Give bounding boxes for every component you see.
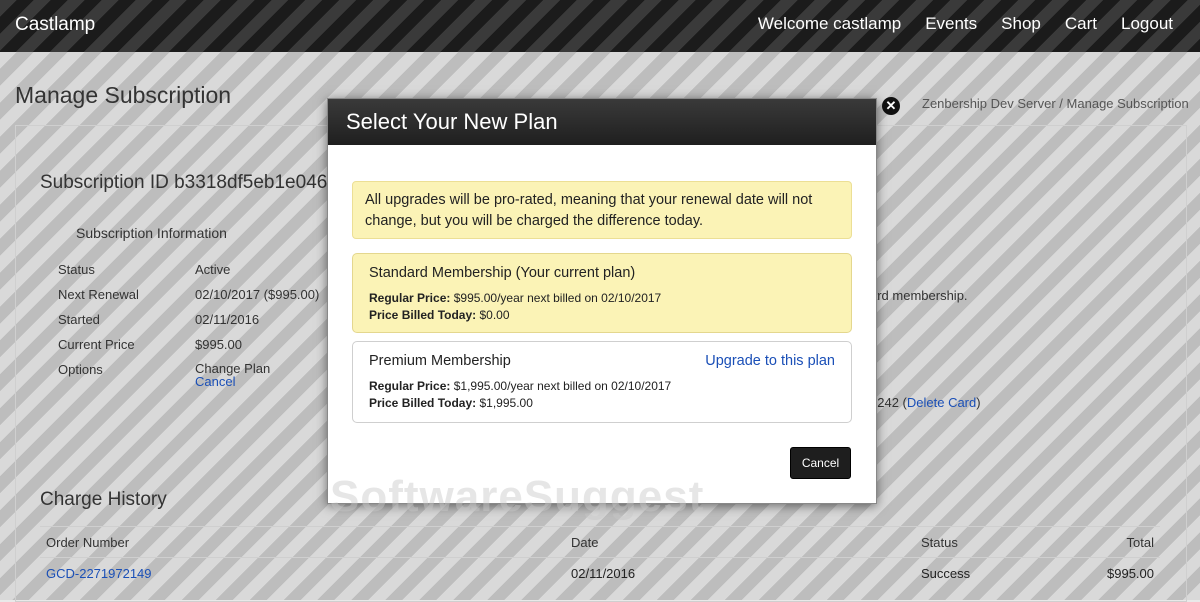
info-key: Status bbox=[58, 262, 95, 277]
info-value: 02/11/2016 bbox=[195, 312, 260, 327]
nav-shop[interactable]: Shop bbox=[1001, 14, 1041, 34]
plan-card-premium: Premium Membership Upgrade to this plan … bbox=[352, 341, 852, 423]
breadcrumb: Zenbership Dev Server / Manage Subscript… bbox=[922, 96, 1189, 111]
info-row-options: Options Change Plan Cancel bbox=[58, 362, 319, 388]
prorate-notice: All upgrades will be pro-rated, meaning … bbox=[352, 181, 852, 239]
page-title: Manage Subscription bbox=[15, 82, 232, 108]
breadcrumb-site-link[interactable]: Zenbership Dev Server bbox=[922, 96, 1056, 111]
charge-history-title: Charge History bbox=[40, 489, 167, 510]
info-row-current-price: Current Price $995.00 bbox=[58, 337, 319, 362]
top-navbar: Castlamp Welcome castlamp Events Shop Ca… bbox=[0, 0, 1200, 52]
column-header-total: Total bbox=[1126, 534, 1154, 550]
subscription-info-list: Status Active Next Renewal 02/10/2017 ($… bbox=[58, 262, 319, 388]
subscription-info-heading: Subscription Information bbox=[76, 225, 227, 241]
brand-logo[interactable]: Castlamp bbox=[15, 14, 95, 36]
info-value: $995.00 bbox=[195, 337, 242, 352]
billed-today-label: Price Billed Today: bbox=[369, 308, 477, 322]
modal-title: Select Your New Plan bbox=[328, 99, 876, 145]
right-column-fragment: ard membership. bbox=[870, 288, 968, 303]
order-number-link[interactable]: GCD-2271972149 bbox=[40, 566, 571, 581]
top-nav: Welcome castlamp Events Shop Cart Logout bbox=[758, 14, 1173, 34]
nav-cart[interactable]: Cart bbox=[1065, 14, 1097, 34]
info-value: Active bbox=[195, 262, 231, 277]
order-total: $995.00 bbox=[1107, 565, 1154, 581]
billed-today-value: $0.00 bbox=[479, 308, 510, 322]
plan-name: Standard Membership (Your current plan) bbox=[369, 265, 636, 281]
info-row-status: Status Active bbox=[58, 262, 319, 287]
regular-price-label: Regular Price: bbox=[369, 291, 451, 305]
cancel-button[interactable]: Cancel bbox=[790, 447, 851, 479]
info-key: Current Price bbox=[58, 337, 135, 352]
subscription-title: Subscription ID b3318df5eb1e046a8 bbox=[40, 172, 349, 193]
plan-regular-price: Regular Price: $995.00/year next billed … bbox=[369, 290, 835, 307]
column-header-status: Status bbox=[921, 534, 958, 550]
plan-billed-today: Price Billed Today: $0.00 bbox=[369, 307, 835, 324]
info-row-started: Started 02/11/2016 bbox=[58, 312, 319, 337]
column-header-order: Order Number bbox=[46, 534, 130, 550]
plan-billed-today: Price Billed Today: $1,995.00 bbox=[369, 395, 835, 412]
nav-events[interactable]: Events bbox=[925, 14, 977, 34]
upgrade-plan-link[interactable]: Upgrade to this plan bbox=[705, 353, 835, 369]
breadcrumb-separator: / bbox=[1059, 96, 1063, 111]
nav-welcome[interactable]: Welcome castlamp bbox=[758, 14, 901, 34]
info-value: 02/10/2017 ($995.00) bbox=[195, 287, 320, 302]
regular-price-label: Regular Price: bbox=[369, 379, 451, 393]
breadcrumb-current: Manage Subscription bbox=[1066, 96, 1189, 111]
regular-price-value: $995.00/year next billed on 02/10/2017 bbox=[453, 291, 662, 305]
order-status: Success bbox=[921, 565, 971, 581]
nav-logout[interactable]: Logout bbox=[1121, 14, 1173, 34]
close-icon[interactable]: ✕ bbox=[882, 97, 900, 115]
table-header-row: Order Number Date Status Total bbox=[40, 526, 1160, 557]
info-key: Next Renewal bbox=[58, 287, 139, 302]
billed-today-value: $1,995.00 bbox=[479, 396, 533, 410]
card-info: 4242 (Delete Card) bbox=[870, 395, 981, 410]
select-plan-modal: Select Your New Plan All upgrades will b… bbox=[327, 98, 877, 504]
info-key: Started bbox=[58, 312, 100, 327]
billed-today-label: Price Billed Today: bbox=[369, 396, 477, 410]
info-row-next-renewal: Next Renewal 02/10/2017 ($995.00) bbox=[58, 287, 319, 312]
table-row: GCD-2271972149 02/11/2016 Success $995.0… bbox=[40, 557, 1160, 588]
charge-history-table: Order Number Date Status Total GCD-22719… bbox=[40, 526, 1160, 588]
info-key: Options bbox=[58, 362, 103, 377]
column-header-date: Date bbox=[571, 534, 599, 550]
regular-price-value: $1,995.00/year next billed on 02/10/2017 bbox=[453, 379, 672, 393]
plan-card-standard: Standard Membership (Your current plan) … bbox=[352, 253, 852, 333]
cancel-subscription-link[interactable]: Cancel bbox=[195, 375, 270, 388]
plan-regular-price: Regular Price: $1,995.00/year next bille… bbox=[369, 378, 835, 395]
order-date: 02/11/2016 bbox=[571, 565, 636, 581]
card-paren: ) bbox=[976, 395, 981, 410]
delete-card-link[interactable]: Delete Card bbox=[907, 395, 976, 410]
